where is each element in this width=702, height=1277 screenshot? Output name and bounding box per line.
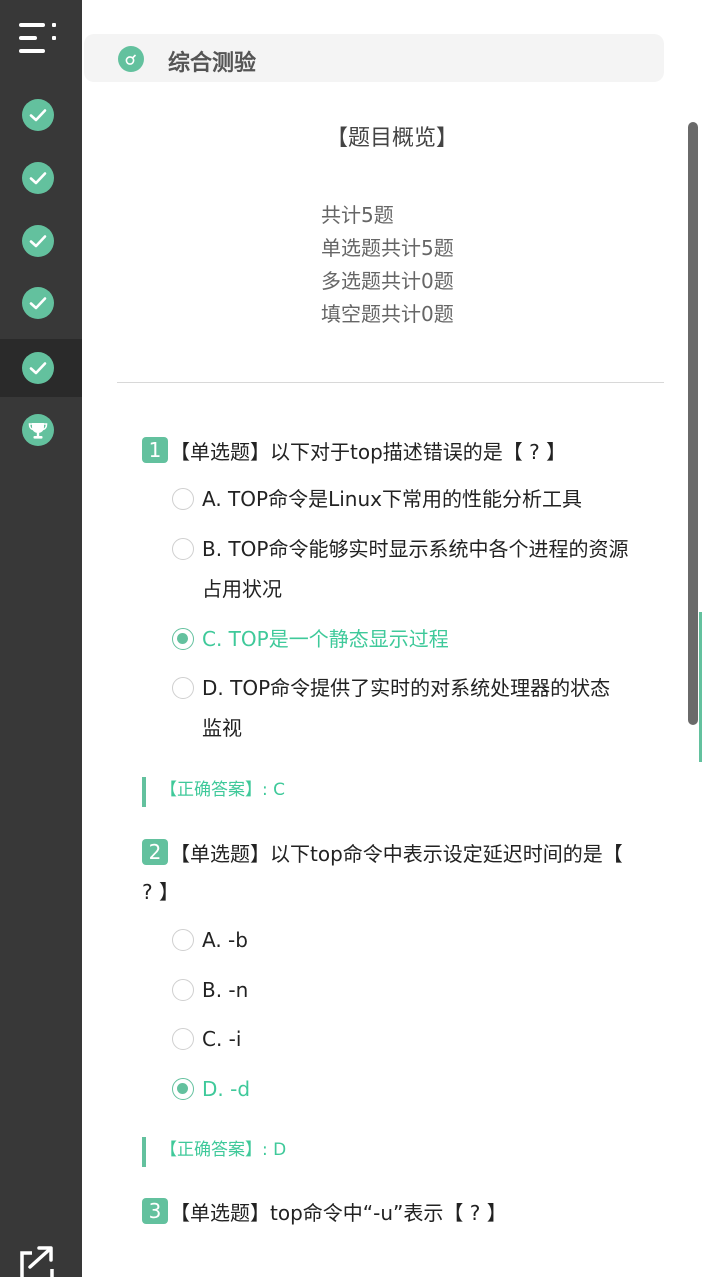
overview-multiple: 多选题共计0题	[321, 269, 454, 293]
overview-list: 共计5题 单选题共计5题 多选题共计0题 填空题共计0题	[321, 199, 454, 331]
check-icon	[22, 287, 54, 319]
export-icon[interactable]	[18, 1243, 58, 1277]
question-1-option-a[interactable]: A. TOP命令是Linux下常用的性能分析工具	[172, 479, 652, 519]
radio-button[interactable]	[172, 538, 194, 560]
question-2-title: 2 【单选题】以下top命令中表示设定延迟时间的是【 ? 】	[142, 835, 632, 911]
check-icon	[22, 162, 54, 194]
question-number: 2	[142, 839, 168, 865]
trophy-icon	[22, 414, 54, 446]
menu-icon[interactable]	[17, 20, 59, 56]
option-label: B. TOP命令能够实时显示系统中各个进程的资源占用状况	[202, 537, 629, 601]
sidebar-item-quiz[interactable]	[0, 401, 82, 459]
question-text: 【单选题】以下对于top描述错误的是【 ? 】	[170, 440, 567, 464]
scrollbar[interactable]	[688, 122, 698, 725]
sidebar-item-3[interactable]	[0, 212, 82, 270]
radio-button[interactable]	[172, 1028, 194, 1050]
question-1-option-d[interactable]: D. TOP命令提供了实时的对系统处理器的状态监视	[172, 668, 612, 748]
quiz-icon	[118, 46, 144, 72]
overview-total: 共计5题	[321, 203, 394, 227]
check-icon	[22, 352, 54, 384]
main-content: 综合测验 【题目概览】 共计5题 单选题共计5题 多选题共计0题 填空题共计0题…	[82, 0, 702, 1277]
radio-button[interactable]	[172, 488, 194, 510]
radio-button[interactable]	[172, 677, 194, 699]
question-1-option-b[interactable]: B. TOP命令能够实时显示系统中各个进程的资源占用状况	[172, 529, 632, 609]
question-3-title: 3 【单选题】top命令中“-u”表示【 ? 】	[142, 1194, 642, 1232]
question-number: 1	[142, 437, 168, 463]
radio-button-selected[interactable]	[172, 1078, 194, 1100]
option-label: D. TOP命令提供了实时的对系统处理器的状态监视	[202, 676, 611, 740]
question-2-option-b[interactable]: B. -n	[172, 970, 652, 1010]
question-text: 【单选题】以下top命令中表示设定延迟时间的是【 ? 】	[142, 842, 623, 904]
question-1-option-c[interactable]: C. TOP是一个静态显示过程	[172, 619, 652, 659]
section-title: 综合测验	[168, 51, 257, 76]
option-label: A. -b	[202, 928, 248, 952]
question-number: 3	[142, 1198, 168, 1224]
question-2-option-d[interactable]: D. -d	[172, 1069, 652, 1109]
option-label: C. TOP是一个静态显示过程	[202, 627, 449, 651]
sidebar-item-2[interactable]	[0, 149, 82, 207]
section-header[interactable]: 综合测验	[84, 34, 664, 82]
overview-single: 单选题共计5题	[321, 236, 454, 260]
divider	[117, 382, 664, 383]
option-label: C. -i	[202, 1027, 242, 1051]
radio-button[interactable]	[172, 929, 194, 951]
question-2-option-a[interactable]: A. -b	[172, 920, 652, 960]
question-text: 【单选题】top命令中“-u”表示【 ? 】	[170, 1201, 507, 1225]
check-icon	[22, 225, 54, 257]
sidebar-item-1[interactable]	[0, 86, 82, 144]
question-1-title: 1 【单选题】以下对于top描述错误的是【 ? 】	[142, 433, 642, 471]
option-label: A. TOP命令是Linux下常用的性能分析工具	[202, 487, 582, 511]
radio-button[interactable]	[172, 979, 194, 1001]
question-2-answer: 【正确答案】: D	[142, 1137, 286, 1167]
sidebar-item-4[interactable]	[0, 274, 82, 332]
question-2-option-c[interactable]: C. -i	[172, 1019, 652, 1059]
overview-fill: 填空题共计0题	[321, 302, 454, 326]
sidebar	[0, 0, 82, 1277]
overview-title: 【题目概览】	[325, 126, 458, 151]
radio-button-selected[interactable]	[172, 628, 194, 650]
option-label: B. -n	[202, 978, 249, 1002]
check-icon	[22, 99, 54, 131]
sidebar-item-5[interactable]	[0, 339, 82, 397]
question-1-answer: 【正确答案】: C	[142, 777, 285, 807]
option-label: D. -d	[202, 1077, 251, 1101]
